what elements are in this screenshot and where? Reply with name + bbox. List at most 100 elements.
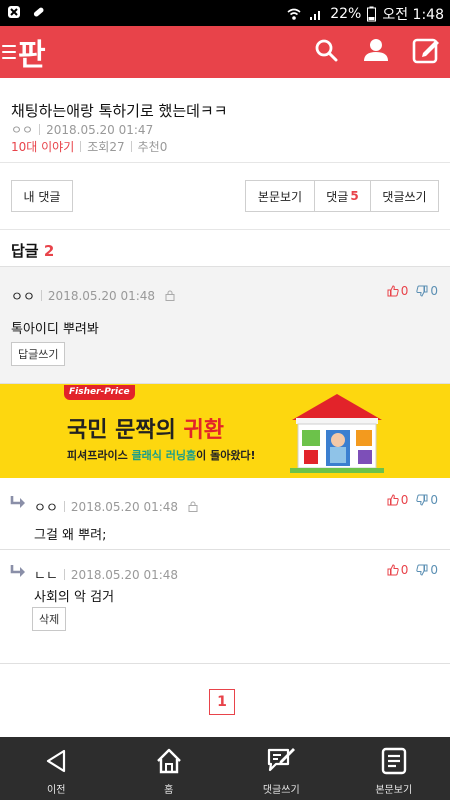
wifi-icon <box>287 8 301 20</box>
divider <box>39 124 41 135</box>
dislike-count: 0 <box>430 493 438 507</box>
ad-headline-prefix: 국민 문짝의 <box>67 418 184 443</box>
toy-house-image <box>290 394 384 473</box>
nav-back[interactable]: 이전 <box>0 737 113 800</box>
divider <box>40 290 42 301</box>
divider <box>63 569 65 580</box>
clock: 오전 1:48 <box>382 7 444 23</box>
lock-icon <box>188 501 198 512</box>
post-datetime: 2018.05.20 01:47 <box>46 122 154 137</box>
nav-view-post-label: 본문보기 <box>375 785 413 796</box>
ad-headline: 국민 문짝의 귀환 <box>67 412 224 444</box>
nav-write-comment[interactable]: 댓글쓰기 <box>225 737 338 800</box>
post-recommends: 추천0 <box>137 140 168 154</box>
lock-icon <box>165 290 175 301</box>
reply-datetime: 2018.05.20 01:48 <box>70 499 179 514</box>
dislike-button[interactable]: 0 <box>416 493 438 507</box>
menu-icon[interactable] <box>2 45 16 59</box>
search-icon[interactable] <box>312 36 340 64</box>
status-bar: 22% 오전 1:48 <box>0 0 450 26</box>
ad-sub-highlight: 클래식 러닝홈 <box>131 449 197 462</box>
divider <box>130 141 132 152</box>
reply-arrow-icon <box>10 565 25 577</box>
like-count: 0 <box>400 563 409 577</box>
like-count: 0 <box>400 284 409 298</box>
reply-item: ㅇㅇ 2018.05.20 01:48 0 0 그걸 왜 뿌려; <box>0 478 450 550</box>
reply-text: 그걸 왜 뿌려; <box>34 528 107 543</box>
replies-heading: 답글 2 <box>11 240 54 261</box>
reply-meta: ㅇㅇ 2018.05.20 01:48 <box>34 497 198 516</box>
post-meta-author: ㅇㅇ 2018.05.20 01:47 <box>11 121 153 138</box>
comment: ㅇㅇ 2018.05.20 01:48 0 0 톡아이디 뿌려봐 답글쓰기 <box>0 266 450 384</box>
ad-sub-suffix: 이 돌아왔다! <box>196 449 256 462</box>
nav-home[interactable]: 홈 <box>113 737 226 800</box>
status-right: 22% 오전 1:48 <box>286 4 444 24</box>
ad-banner[interactable]: Fisher-Price 국민 문짝의 귀환 피셔프라이스 클래식 러닝홈이 돌… <box>0 384 450 478</box>
like-button[interactable]: 0 <box>387 284 409 298</box>
comments-button[interactable]: 댓글 5 <box>314 180 371 212</box>
reply-votes: 0 0 <box>387 493 438 507</box>
delete-button[interactable]: 삭제 <box>32 607 67 631</box>
page-number-current[interactable]: 1 <box>209 689 235 715</box>
comment-text: 톡아이디 뿌려봐 <box>11 322 99 337</box>
write-post-icon[interactable] <box>412 36 440 64</box>
dislike-button[interactable]: 0 <box>416 563 438 577</box>
pill-icon <box>33 7 44 17</box>
post-header: 채팅하는애랑 톡하기로 했는데ㅋㅋ ㅇㅇ 2018.05.20 01:47 10… <box>0 78 450 162</box>
bottom-nav: 이전 홈 댓글쓰기 본문보기 <box>0 737 450 800</box>
thumbs-up-icon <box>387 494 399 506</box>
battery-percent: 22% <box>330 6 362 22</box>
logo[interactable]: 판 <box>0 32 46 73</box>
comment-votes: 0 0 <box>387 284 438 298</box>
nav-view-post[interactable]: 본문보기 <box>338 737 450 800</box>
write-comment-button[interactable]: 댓글쓰기 <box>370 180 439 212</box>
comment-author: ㅇㅇ <box>11 290 35 305</box>
reply-text: 사회의 악 검거 <box>34 590 115 605</box>
comment-datetime: 2018.05.20 01:48 <box>47 288 156 303</box>
like-button[interactable]: 0 <box>387 563 409 577</box>
reply-votes: 0 0 <box>387 563 438 577</box>
home-icon <box>154 746 184 776</box>
view-post-button[interactable]: 본문보기 <box>245 180 315 212</box>
app-header: 판 <box>0 26 450 78</box>
nav-home-label: 홈 <box>164 785 174 796</box>
nav-back-label: 이전 <box>47 785 66 796</box>
like-count: 0 <box>400 493 409 507</box>
thumbs-up-icon <box>387 564 399 576</box>
dislike-count: 0 <box>430 563 438 577</box>
notification-icon <box>8 6 20 18</box>
reply-author: ㅇㅇ <box>34 501 58 516</box>
like-button[interactable]: 0 <box>387 493 409 507</box>
ad-subline: 피셔프라이스 클래식 러닝홈이 돌아왔다! <box>67 447 256 463</box>
comment-meta: ㅇㅇ 2018.05.20 01:48 <box>11 286 175 305</box>
logo-text: 판 <box>18 38 46 73</box>
reply-button[interactable]: 답글쓰기 <box>11 342 66 366</box>
thumbs-down-icon <box>416 564 428 576</box>
dislike-count: 0 <box>430 284 438 298</box>
divider <box>80 141 82 152</box>
comment-toolbar: 내 댓글 본문보기 댓글 5 댓글쓰기 <box>0 162 450 230</box>
my-comments-button[interactable]: 내 댓글 <box>11 180 73 212</box>
replies-label: 답글 <box>11 242 39 260</box>
ad-headline-highlight: 귀환 <box>183 418 225 443</box>
back-icon <box>41 746 71 776</box>
thumbs-down-icon <box>416 494 428 506</box>
ad-brand-logo: Fisher-Price <box>64 385 135 400</box>
post-title: 채팅하는애랑 톡하기로 했는데ㅋㅋ <box>11 102 228 120</box>
comments-count: 5 <box>350 189 359 203</box>
user-icon[interactable] <box>362 36 390 64</box>
write-comment-icon <box>266 746 296 776</box>
post-category[interactable]: 10대 이야기 <box>11 138 74 155</box>
ad-sub-prefix: 피셔프라이스 <box>67 449 132 462</box>
divider <box>63 501 65 512</box>
replies-count: 2 <box>43 242 55 260</box>
header-actions <box>312 36 440 64</box>
thumbs-down-icon <box>416 285 428 297</box>
nav-write-comment-label: 댓글쓰기 <box>262 785 300 796</box>
signal-icon <box>310 11 321 20</box>
reply-author: ㄴㄴ <box>34 569 58 584</box>
reply-meta: ㄴㄴ 2018.05.20 01:48 <box>34 565 178 585</box>
reply-arrow-icon <box>10 496 25 508</box>
battery-icon <box>367 6 377 22</box>
dislike-button[interactable]: 0 <box>416 284 438 298</box>
